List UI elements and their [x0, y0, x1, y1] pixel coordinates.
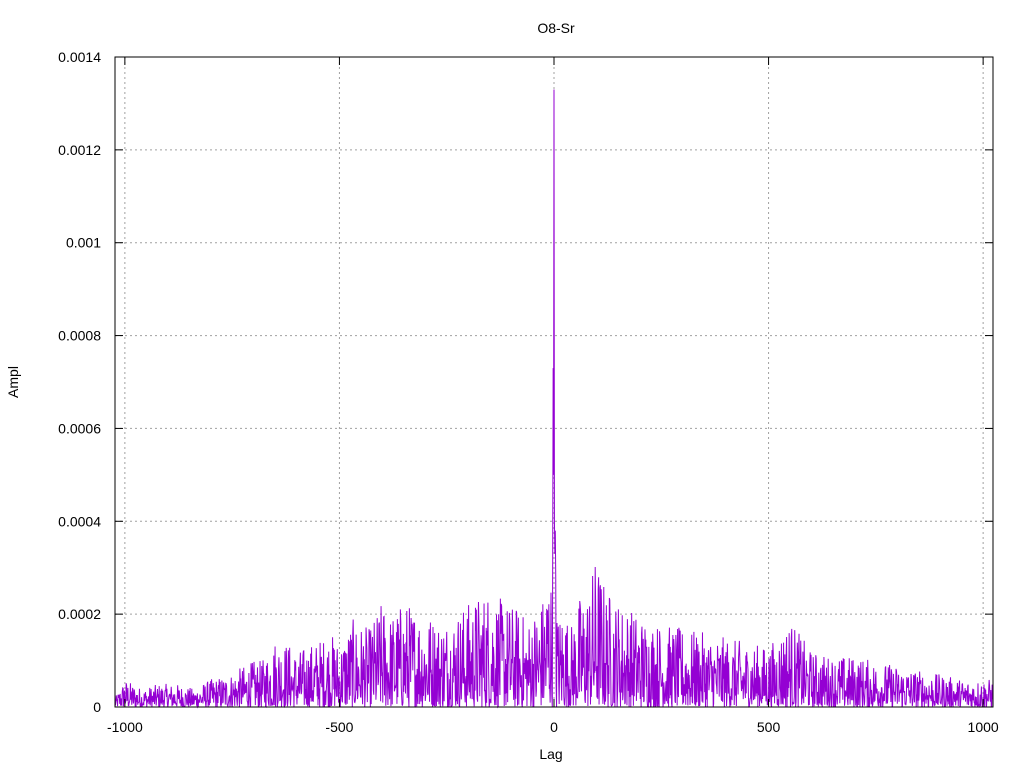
- x-axis-label: Lag: [539, 746, 562, 762]
- y-tick-label: 0.0014: [58, 49, 101, 65]
- x-tick-label: -500: [325, 719, 353, 735]
- axis-ticks: -1000 -500 0 500 1000 0 0.0002 0.0004 0.0006 0.00…: [58, 49, 999, 735]
- y-tick-label: 0: [93, 699, 101, 715]
- x-tick-label: -1000: [107, 719, 143, 735]
- y-tick-label: 0.0004: [58, 513, 101, 529]
- y-tick-label: 0.0006: [58, 420, 101, 436]
- y-tick-label: 0.0002: [58, 606, 101, 622]
- chart: -1000 -500 0 500 1000 0 0.0002 0.0004 0.0006 0.00…: [5, 20, 999, 762]
- chart-title: O8-Sr: [537, 20, 575, 36]
- y-tick-label: 0.0012: [58, 142, 101, 158]
- x-tick-label: 0: [550, 719, 558, 735]
- y-tick-label: 0.0008: [58, 328, 101, 344]
- x-tick-label: 1000: [968, 719, 999, 735]
- y-tick-label: 0.001: [66, 235, 101, 251]
- y-axis-label: Ampl: [5, 366, 21, 398]
- x-tick-label: 500: [757, 719, 781, 735]
